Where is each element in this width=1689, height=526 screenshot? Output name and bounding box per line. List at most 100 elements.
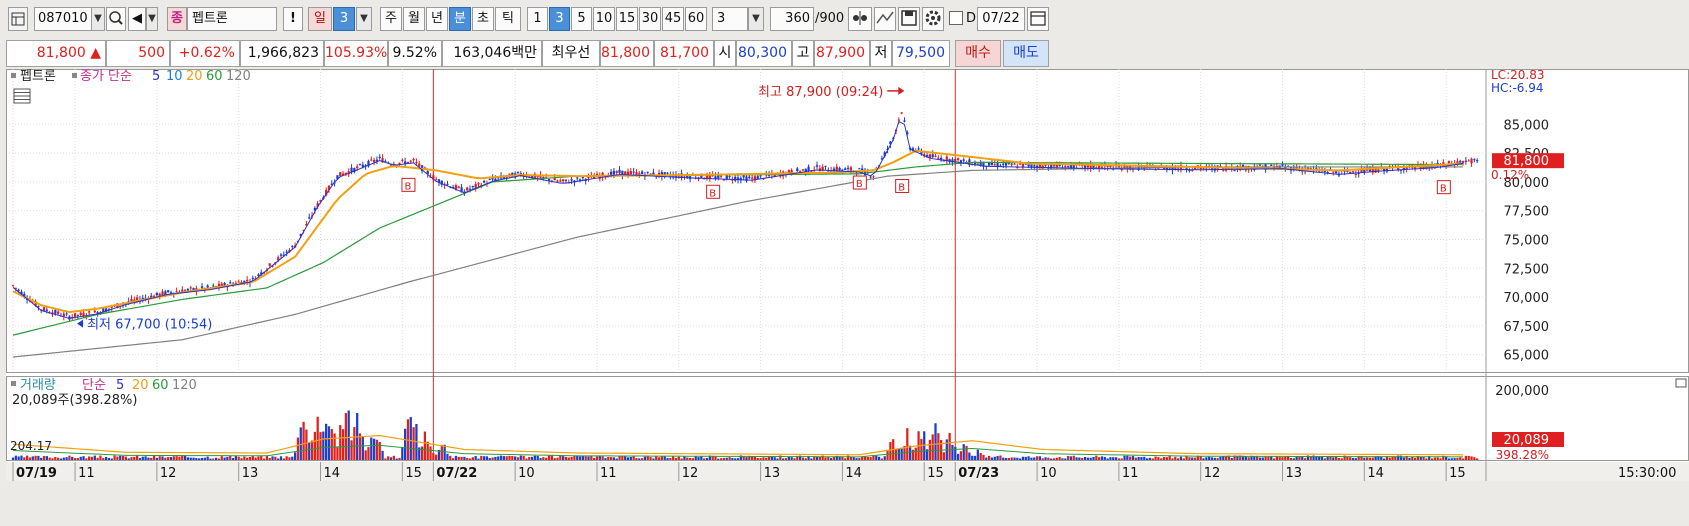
high-price: 87,900 <box>814 40 870 67</box>
code-dropdown-icon[interactable]: ▼ <box>91 7 105 31</box>
volume-bar <box>364 450 367 460</box>
candle-body <box>11 285 15 287</box>
sell-button[interactable]: 매도 <box>1003 40 1049 67</box>
volume-bar <box>536 455 539 460</box>
alert-button[interactable]: ! <box>283 7 303 31</box>
trendline-icon[interactable] <box>874 7 896 31</box>
volume-bar <box>102 458 105 460</box>
volume-bar <box>1219 456 1222 460</box>
volume-bar <box>240 458 243 460</box>
volume-bar <box>1453 458 1456 460</box>
candle-body <box>229 282 232 284</box>
calendar-icon[interactable] <box>1027 7 1049 31</box>
volume-bar <box>530 456 534 460</box>
volume-bar <box>237 456 240 460</box>
volume-bar <box>1160 458 1163 460</box>
date-input[interactable]: 07/22 <box>977 7 1025 31</box>
candle-body <box>719 175 723 177</box>
crosshair-icon[interactable] <box>848 7 872 31</box>
volume-bar <box>451 458 455 460</box>
candle-body <box>488 179 491 181</box>
volume-bar <box>251 455 254 460</box>
period-dropdown-icon[interactable]: ▼ <box>356 7 372 31</box>
candle-body <box>1270 164 1273 166</box>
interval-5[interactable]: 5 <box>571 7 592 31</box>
price-volume-chart[interactable]: 85,00082,50080,00077,50075,00072,50070,0… <box>6 68 1689 522</box>
volume-bar <box>762 457 765 460</box>
volume: 1,966,823 <box>240 40 324 67</box>
date-checkbox[interactable] <box>949 11 963 25</box>
volume-bar <box>48 457 51 460</box>
volume-bar <box>951 444 954 460</box>
volume-legend-2: 5 <box>116 378 124 393</box>
volume-bar <box>308 442 311 460</box>
volume-bar <box>288 457 291 460</box>
prev-stock-icon[interactable]: ◀ <box>128 7 146 31</box>
volume-bar <box>604 458 607 460</box>
volume-bar <box>990 457 994 460</box>
volume-bar <box>395 458 398 460</box>
volume-bar <box>1089 457 1092 460</box>
interval-1[interactable]: 1 <box>527 7 548 31</box>
custom-interval-input[interactable]: 3 <box>712 7 748 31</box>
stock-name-field[interactable]: 펩트론 <box>187 7 277 31</box>
candle-body <box>835 166 838 171</box>
interval-45[interactable]: 45 <box>662 7 684 31</box>
volume-bar <box>1222 456 1225 460</box>
buy-button[interactable]: 매수 <box>955 40 1001 67</box>
tab-minute[interactable]: 분 <box>449 7 471 31</box>
interval-10[interactable]: 10 <box>593 7 615 31</box>
tab-year[interactable]: 년 <box>426 7 448 31</box>
interval-30[interactable]: 30 <box>639 7 661 31</box>
candle-body <box>409 160 412 162</box>
candle-body <box>93 310 96 313</box>
candle-body <box>615 171 618 173</box>
volume-bar <box>872 455 875 460</box>
candle-body <box>872 176 875 178</box>
volume-bar <box>25 455 29 460</box>
bar-count-input[interactable]: 360 <box>770 7 814 31</box>
candle-body <box>751 177 754 179</box>
interval-3[interactable]: 3 <box>549 7 570 31</box>
last-price-label: 81,800 <box>1504 154 1550 169</box>
volume-bar <box>468 458 472 460</box>
volume-bar <box>200 457 204 460</box>
volume-bar <box>325 423 328 460</box>
volume-legend-0: 거래량 <box>20 378 56 393</box>
candle-body <box>903 120 906 122</box>
volume-bar <box>1044 457 1047 460</box>
custom-interval-dropdown-icon[interactable]: ▼ <box>748 7 764 31</box>
volume-bar <box>40 457 43 460</box>
chart-settings-icon[interactable] <box>8 7 28 31</box>
volume-bar <box>248 456 252 460</box>
volume-bar <box>167 457 170 460</box>
quote-info-bar: 81,800 ▲ 500 +0.62% 1,966,823 105.93% 9.… <box>6 40 1683 67</box>
tab-tick[interactable]: 틱 <box>495 7 521 31</box>
tab-second[interactable]: 초 <box>472 7 494 31</box>
volume-bar <box>483 456 486 460</box>
volume-bar <box>322 431 325 460</box>
best-ask: 81,800 <box>600 40 654 67</box>
volume-ratio: 105.93% <box>324 40 388 67</box>
volume-bar <box>1162 456 1166 460</box>
tab-month[interactable]: 월 <box>403 7 425 31</box>
stock-list-dropdown-icon[interactable]: ▼ <box>146 7 158 31</box>
interval-60[interactable]: 60 <box>685 7 707 31</box>
time-label-19: 15 <box>1449 466 1466 481</box>
volume-bar <box>389 457 393 460</box>
interval-15[interactable]: 15 <box>616 7 638 31</box>
volume-bar <box>384 458 387 460</box>
time-label-2: 12 <box>160 466 177 481</box>
volume-bar <box>299 427 302 460</box>
volume-bar <box>1086 457 1089 460</box>
period-unit-button[interactable]: 일 <box>308 7 332 31</box>
period-value-field[interactable]: 3 <box>333 7 355 31</box>
search-icon[interactable] <box>106 7 126 31</box>
gear-icon[interactable] <box>922 7 944 31</box>
stock-code-input[interactable]: 087010 <box>34 7 92 31</box>
tab-week[interactable]: 주 <box>380 7 402 31</box>
volume-bar <box>815 456 819 460</box>
candle-body <box>646 171 649 173</box>
save-icon[interactable] <box>898 7 920 31</box>
candle-body <box>446 183 449 185</box>
